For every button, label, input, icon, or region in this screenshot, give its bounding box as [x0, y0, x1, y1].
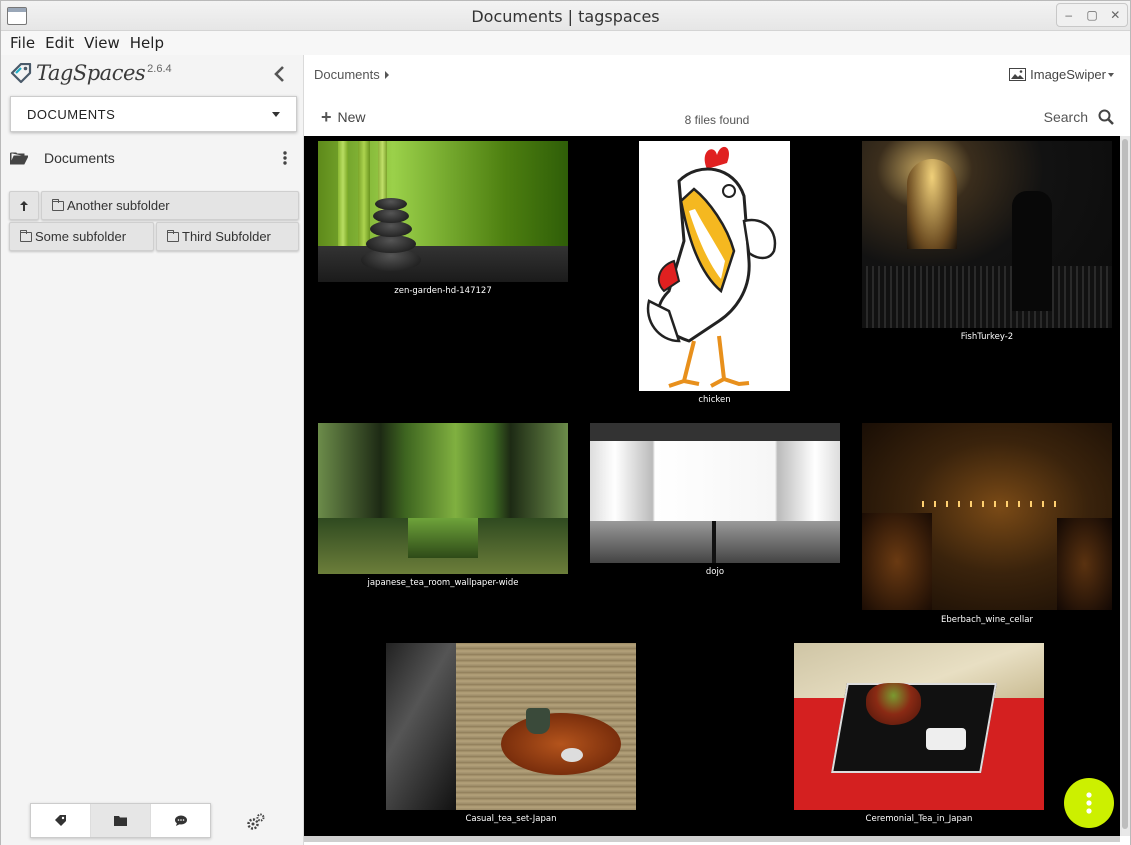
- image-caption: FishTurkey-2: [960, 332, 1014, 342]
- image-caption: chicken: [698, 395, 731, 405]
- main-area: Documents ImageSwiper + New 8 files foun…: [304, 55, 1130, 845]
- brand-name: TagSpaces: [36, 61, 146, 85]
- caret-down-icon: [1108, 72, 1114, 77]
- subfolder-label: Another subfolder: [67, 198, 170, 213]
- logo: TagSpaces 2.6.4: [10, 61, 172, 89]
- collapse-panel-icon[interactable]: [271, 65, 289, 83]
- perspective-label: ImageSwiper: [1030, 67, 1106, 82]
- level-up-icon: [20, 200, 28, 211]
- directory-name: Documents: [44, 150, 115, 166]
- menu-edit[interactable]: Edit: [40, 34, 79, 52]
- image-caption: Eberbach_wine_cellar: [941, 615, 1033, 625]
- folder-open-icon: [10, 152, 28, 165]
- image-caption: Casual_tea_set-Japan: [465, 814, 557, 824]
- menu-file[interactable]: File: [5, 34, 40, 52]
- image-thumbnail[interactable]: [386, 643, 636, 810]
- maximize-icon[interactable]: ▢: [1084, 8, 1100, 22]
- perspective-switcher[interactable]: ImageSwiper: [1009, 67, 1114, 82]
- floating-action-button[interactable]: [1064, 778, 1114, 828]
- folder-icon: [20, 229, 32, 242]
- version-label: 2.6.4: [147, 63, 172, 75]
- parent-folder-button[interactable]: [9, 191, 39, 220]
- tab-tags[interactable]: [31, 804, 91, 837]
- search-icon: [1098, 109, 1114, 125]
- sidebar-tab-bar: [30, 803, 211, 838]
- files-count: 8 files found: [684, 113, 750, 127]
- comment-icon: [174, 815, 187, 826]
- tag-logo-icon: [10, 63, 32, 84]
- image-thumbnail[interactable]: [590, 423, 840, 563]
- title-bar: Documents | tagspaces – ▢ ✕: [1, 1, 1130, 31]
- current-directory[interactable]: Documents: [10, 145, 297, 171]
- folder-icon: [167, 229, 179, 242]
- scrollbar-thumb[interactable]: [1122, 139, 1128, 829]
- subfolder-third[interactable]: Third Subfolder: [156, 222, 299, 251]
- image-caption: japanese_tea_room_wallpaper-wide: [367, 578, 519, 588]
- window-controls: – ▢ ✕: [1056, 3, 1128, 27]
- menu-view[interactable]: View: [79, 34, 125, 52]
- image-icon: [1009, 68, 1027, 81]
- image-caption: zen-garden-hd-147127: [394, 286, 492, 296]
- chicken-cartoon: [646, 146, 777, 388]
- minimize-icon[interactable]: –: [1061, 8, 1077, 22]
- folder-icon: [113, 815, 127, 826]
- tab-comments[interactable]: [151, 804, 210, 837]
- more-vertical-icon: [1086, 792, 1092, 814]
- caret-right-icon: [384, 70, 389, 79]
- image-caption: Ceremonial_Tea_in_Japan: [865, 814, 973, 824]
- image-thumbnail[interactable]: [794, 643, 1044, 810]
- image-grid: zen-garden-hd-147127 chicken FishTurkey-…: [304, 136, 1120, 836]
- location-value: DOCUMENTS: [27, 106, 116, 122]
- image-caption: dojo: [705, 567, 725, 577]
- subfolder-label: Third Subfolder: [182, 229, 271, 244]
- more-vertical-icon[interactable]: [283, 151, 287, 165]
- image-thumbnail[interactable]: [639, 141, 790, 391]
- search-label: Search: [1043, 109, 1088, 125]
- horizontal-scrollbar[interactable]: [304, 836, 1120, 842]
- image-thumbnail[interactable]: [862, 423, 1112, 610]
- image-thumbnail[interactable]: [318, 423, 568, 574]
- tab-folders[interactable]: [91, 804, 151, 837]
- location-select[interactable]: DOCUMENTS: [10, 96, 297, 132]
- breadcrumb-item[interactable]: Documents: [314, 67, 380, 82]
- settings-gears-icon[interactable]: [246, 812, 266, 832]
- app-window: Documents | tagspaces – ▢ ✕ File Edit Vi…: [0, 0, 1131, 845]
- menu-help[interactable]: Help: [125, 34, 169, 52]
- image-thumbnail[interactable]: [862, 141, 1112, 328]
- breadcrumb[interactable]: Documents: [314, 67, 389, 82]
- image-thumbnail[interactable]: [318, 141, 568, 282]
- menu-bar: File Edit View Help: [1, 31, 1130, 55]
- tag-icon: [54, 814, 66, 826]
- close-icon[interactable]: ✕: [1107, 8, 1123, 22]
- caret-down-icon: [272, 112, 280, 117]
- sidebar: TagSpaces 2.6.4 DOCUMENTS Documents Anot…: [1, 55, 304, 845]
- subfolder-label: Some subfolder: [35, 229, 127, 244]
- window-title: Documents | tagspaces: [471, 7, 660, 26]
- search-button[interactable]: Search: [1044, 109, 1114, 125]
- folder-icon: [52, 198, 64, 211]
- subfolder-another[interactable]: Another subfolder: [41, 191, 299, 220]
- subfolder-some[interactable]: Some subfolder: [9, 222, 154, 251]
